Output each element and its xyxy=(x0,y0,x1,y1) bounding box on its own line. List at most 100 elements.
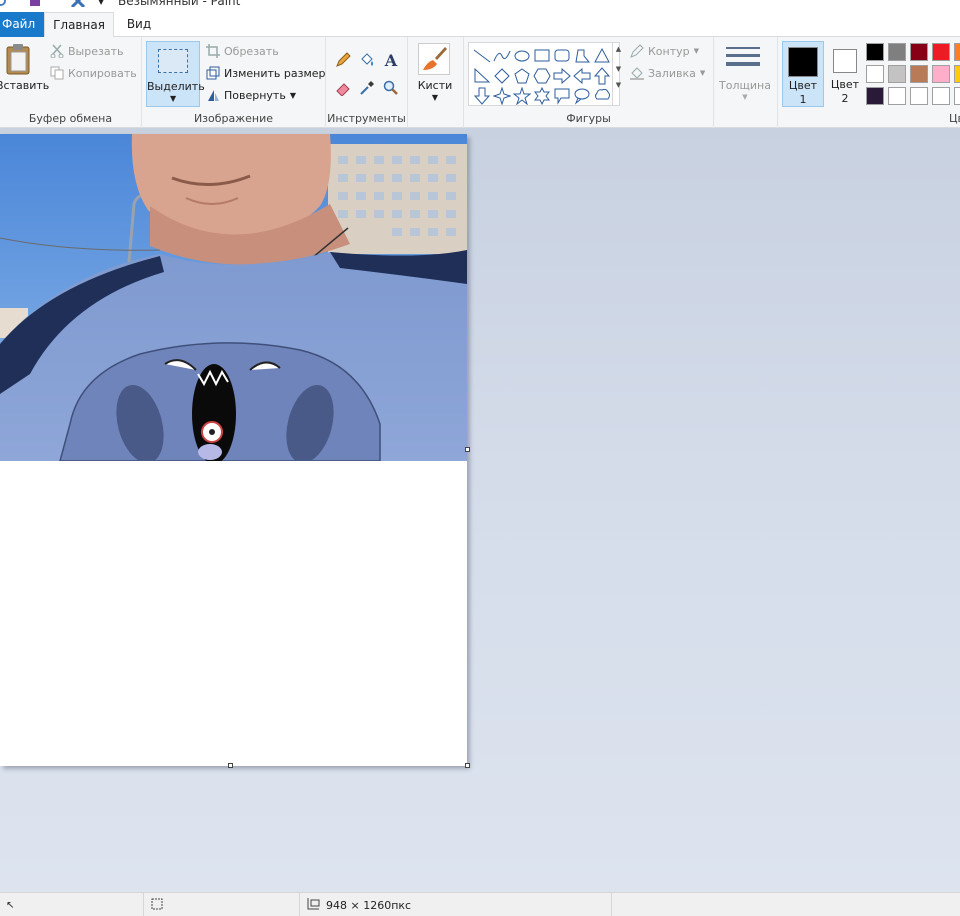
five-point-star-shape-icon[interactable] xyxy=(513,87,531,105)
palette-swatch[interactable] xyxy=(888,87,906,105)
shapes-scroll-up-icon[interactable]: ▲ xyxy=(613,45,624,53)
palette-swatch[interactable] xyxy=(954,43,960,61)
shapes-scrollbar[interactable]: ▲ ▼ ▼ xyxy=(612,42,624,106)
copy-button[interactable]: Копировать xyxy=(50,63,137,83)
resize-handle-bottom[interactable] xyxy=(228,763,233,768)
brush-icon[interactable] xyxy=(418,43,450,75)
resize-handle-right[interactable] xyxy=(465,447,470,452)
crop-button[interactable]: Обрезать xyxy=(206,41,279,61)
triangle-shape-icon[interactable] xyxy=(593,47,611,65)
palette-swatch[interactable] xyxy=(954,65,960,83)
shapes-expand-icon[interactable]: ▼ xyxy=(613,81,624,89)
palette-swatch[interactable] xyxy=(866,43,884,61)
undo-icon[interactable] xyxy=(0,0,6,6)
resize-handle-corner[interactable] xyxy=(465,763,470,768)
select-dropdown-icon[interactable]: ▼ xyxy=(170,94,176,103)
palette-swatch[interactable] xyxy=(888,65,906,83)
pentagon-shape-icon[interactable] xyxy=(513,67,531,85)
outline-button[interactable]: Контур ▼ xyxy=(630,41,699,61)
palette-swatch[interactable] xyxy=(932,43,950,61)
palette-swatch[interactable] xyxy=(910,43,928,61)
clipboard-group-label: Буфер обмена xyxy=(28,112,113,125)
shapes-scroll-down-icon[interactable]: ▼ xyxy=(613,65,624,73)
resize-button[interactable]: Изменить размер xyxy=(206,63,326,83)
save-icon[interactable] xyxy=(30,0,40,6)
left-arrow-shape-icon[interactable] xyxy=(573,67,591,85)
down-arrow-shape-icon[interactable] xyxy=(473,87,491,105)
rectangle-shape-icon[interactable] xyxy=(533,47,551,65)
palette-swatch[interactable] xyxy=(866,65,884,83)
curve-shape-icon[interactable] xyxy=(493,47,511,65)
color2-button[interactable]: Цвет 2 xyxy=(828,41,870,107)
brushes-button[interactable]: Кисти xyxy=(408,79,462,92)
line-shape-icon[interactable] xyxy=(473,47,491,65)
copy-label: Копировать xyxy=(68,66,137,80)
magnifier-icon[interactable] xyxy=(382,79,400,97)
pencil-icon[interactable] xyxy=(334,51,352,69)
six-point-star-shape-icon[interactable] xyxy=(533,87,551,105)
rotate-icon xyxy=(206,88,220,102)
cut-label: Вырезать xyxy=(68,44,124,58)
polygon-shape-icon[interactable] xyxy=(573,47,591,65)
outline-dropdown-icon: ▼ xyxy=(693,47,700,55)
right-arrow-shape-icon[interactable] xyxy=(553,67,571,85)
eraser-icon[interactable] xyxy=(334,79,352,97)
color2-label-b: 2 xyxy=(841,92,849,105)
fill-button[interactable]: Заливка ▼ xyxy=(630,63,705,83)
status-cursor-position: ↖ xyxy=(0,893,144,916)
text-tool-icon[interactable]: A xyxy=(382,51,400,70)
selection-size-icon xyxy=(150,897,164,914)
drawing-canvas[interactable] xyxy=(0,134,470,768)
tools-group-label: Инструменты xyxy=(327,112,406,125)
title-bar: ▼ Безымянный - Paint xyxy=(0,0,960,12)
four-point-star-shape-icon[interactable] xyxy=(493,87,511,105)
qat-dropdown-icon[interactable]: ▼ xyxy=(98,0,104,6)
status-selection-size xyxy=(144,893,300,916)
fill-icon xyxy=(630,66,644,80)
thickness-button[interactable]: Толщина xyxy=(714,79,776,92)
pasted-photo[interactable] xyxy=(0,134,467,461)
palette-swatch[interactable] xyxy=(888,43,906,61)
shapes-group: ▲ ▼ ▼ Контур ▼ Заливка ▼ Фигуры xyxy=(464,37,714,128)
brushes-dropdown-icon[interactable]: ▼ xyxy=(408,93,462,102)
oval-shape-icon[interactable] xyxy=(513,47,531,65)
color1-button[interactable]: Цвет 1 xyxy=(782,41,824,107)
hexagon-shape-icon[interactable] xyxy=(533,67,551,85)
rect-callout-shape-icon[interactable] xyxy=(553,87,571,105)
palette-swatch[interactable] xyxy=(866,87,884,105)
color-picker-icon[interactable] xyxy=(358,79,376,97)
palette-swatch[interactable] xyxy=(910,87,928,105)
cloud-callout-shape-icon[interactable] xyxy=(593,87,611,105)
cut-button[interactable]: Вырезать xyxy=(50,41,123,61)
rotate-dropdown-icon: ▼ xyxy=(289,90,296,100)
thickness-dropdown-icon[interactable]: ▼ xyxy=(714,93,776,101)
paste-icon[interactable] xyxy=(6,43,32,75)
brushes-group: Кисти ▼ xyxy=(408,37,464,128)
status-image-size: 948 × 1260пкс xyxy=(300,893,612,916)
diamond-shape-icon[interactable] xyxy=(493,67,511,85)
tab-file[interactable]: Файл xyxy=(0,12,44,37)
color1-swatch xyxy=(788,47,818,77)
image-size-text: 948 × 1260пкс xyxy=(326,898,412,912)
palette-swatch[interactable] xyxy=(954,87,960,105)
paste-button[interactable]: Вставить xyxy=(0,79,49,92)
select-button[interactable]: Выделить ▼ xyxy=(146,41,205,107)
ribbon: Вставить Вырезать Копировать Буфер обмен… xyxy=(0,37,960,128)
customize-qat-icon[interactable] xyxy=(70,0,86,9)
up-arrow-shape-icon[interactable] xyxy=(593,67,611,85)
right-triangle-shape-icon[interactable] xyxy=(473,67,491,85)
palette-swatch[interactable] xyxy=(910,65,928,83)
rotate-button[interactable]: Повернуть ▼ xyxy=(206,85,296,105)
tab-view[interactable]: Вид xyxy=(116,12,162,37)
rounded-rectangle-shape-icon[interactable] xyxy=(553,47,571,65)
resize-icon xyxy=(206,66,220,80)
tab-home[interactable]: Главная xyxy=(44,12,114,38)
oval-callout-shape-icon[interactable] xyxy=(573,87,591,105)
image-group: Выделить ▼ Обрезать Изменить размер Пове… xyxy=(142,37,326,128)
palette-swatch[interactable] xyxy=(932,87,950,105)
thickness-icon[interactable] xyxy=(726,47,760,71)
fill-bucket-icon[interactable] xyxy=(358,51,376,69)
shapes-group-label: Фигуры xyxy=(566,112,611,125)
palette-swatch[interactable] xyxy=(932,65,950,83)
quick-access-toolbar: ▼ xyxy=(0,0,104,9)
